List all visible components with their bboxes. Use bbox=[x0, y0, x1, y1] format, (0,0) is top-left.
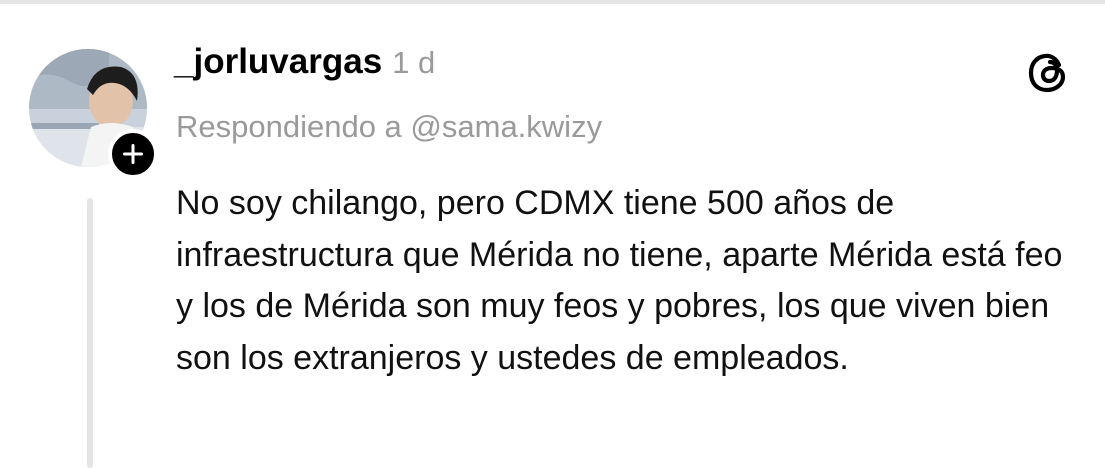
reply-to-label[interactable]: Respondiendo a @sama.kwizy bbox=[176, 109, 602, 145]
plus-icon bbox=[123, 144, 143, 164]
top-divider bbox=[0, 0, 1105, 4]
follow-button[interactable] bbox=[108, 129, 158, 179]
threads-logo-icon bbox=[1026, 50, 1072, 96]
post-header: _jorluvargas 1 d bbox=[174, 42, 435, 90]
username-link[interactable]: _jorluvargas bbox=[174, 42, 382, 82]
thread-connector-line bbox=[87, 198, 93, 468]
threads-post: _jorluvargas 1 d Respondiendo a @sama.kw… bbox=[0, 0, 1105, 468]
post-timestamp: 1 d bbox=[392, 45, 436, 80]
post-body-text: No soy chilango, pero CDMX tiene 500 año… bbox=[176, 184, 1063, 377]
